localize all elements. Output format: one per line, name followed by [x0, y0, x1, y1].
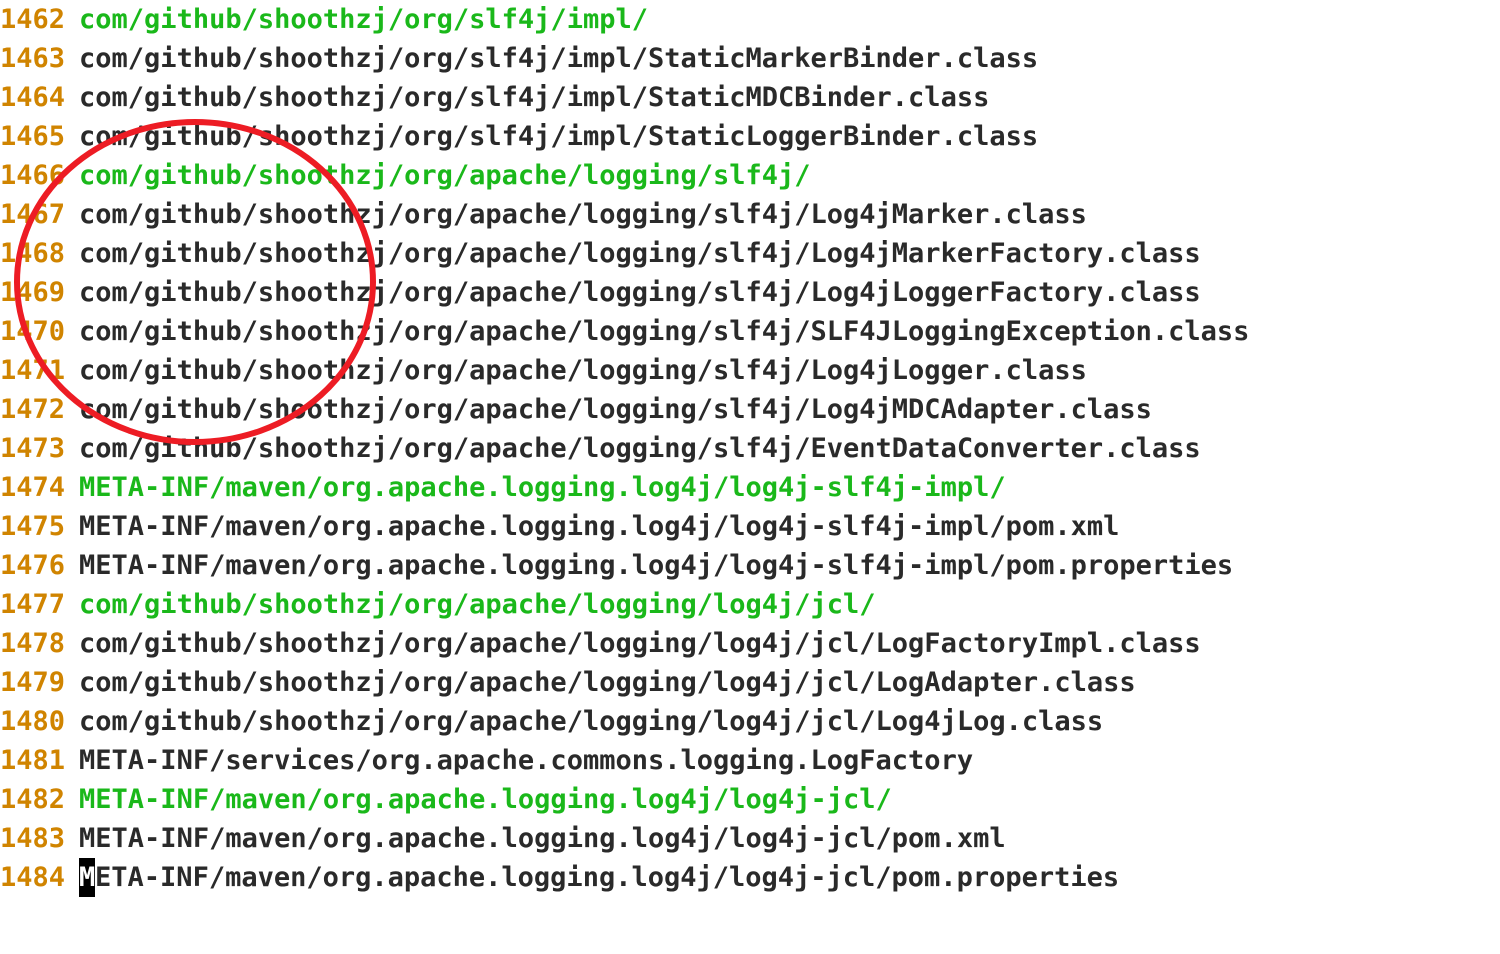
line-number: 1478: [0, 624, 79, 663]
code-line[interactable]: 1463com/github/shoothzj/org/slf4j/impl/S…: [0, 39, 1500, 78]
code-line[interactable]: 1479com/github/shoothzj/org/apache/loggi…: [0, 663, 1500, 702]
file-path: com/github/shoothzj/org/apache/logging/s…: [79, 273, 1201, 312]
file-path: META-INF/maven/org.apache.logging.log4j/…: [79, 546, 1233, 585]
code-line[interactable]: 1467com/github/shoothzj/org/apache/loggi…: [0, 195, 1500, 234]
file-path: com/github/shoothzj/org/slf4j/impl/Stati…: [79, 39, 1038, 78]
line-number: 1472: [0, 390, 79, 429]
code-listing: 1462com/github/shoothzj/org/slf4j/impl/1…: [0, 0, 1500, 897]
directory-path: META-INF/maven/org.apache.logging.log4j/…: [79, 468, 1006, 507]
code-line[interactable]: 1482META-INF/maven/org.apache.logging.lo…: [0, 780, 1500, 819]
line-number: 1482: [0, 780, 79, 819]
cursor-icon: M: [79, 858, 95, 897]
line-number: 1480: [0, 702, 79, 741]
code-line[interactable]: 1481META-INF/services/org.apache.commons…: [0, 741, 1500, 780]
line-number: 1462: [0, 0, 79, 39]
line-number: 1484: [0, 858, 79, 897]
code-line[interactable]: 1476META-INF/maven/org.apache.logging.lo…: [0, 546, 1500, 585]
code-line[interactable]: 1477com/github/shoothzj/org/apache/loggi…: [0, 585, 1500, 624]
code-line[interactable]: 1474META-INF/maven/org.apache.logging.lo…: [0, 468, 1500, 507]
line-number: 1465: [0, 117, 79, 156]
file-path: com/github/shoothzj/org/slf4j/impl/Stati…: [79, 78, 989, 117]
directory-path: com/github/shoothzj/org/slf4j/impl/: [79, 0, 648, 39]
code-line[interactable]: 1471com/github/shoothzj/org/apache/loggi…: [0, 351, 1500, 390]
file-path: META-INF/maven/org.apache.logging.log4j/…: [79, 819, 1006, 858]
line-number: 1464: [0, 78, 79, 117]
file-path: com/github/shoothzj/org/apache/logging/s…: [79, 312, 1249, 351]
line-number: 1475: [0, 507, 79, 546]
line-number: 1466: [0, 156, 79, 195]
code-line[interactable]: 1462com/github/shoothzj/org/slf4j/impl/: [0, 0, 1500, 39]
file-path: com/github/shoothzj/org/apache/logging/l…: [79, 624, 1201, 663]
line-number: 1483: [0, 819, 79, 858]
file-path: com/github/shoothzj/org/apache/logging/s…: [79, 351, 1087, 390]
file-path: com/github/shoothzj/org/apache/logging/l…: [79, 702, 1103, 741]
file-path: com/github/shoothzj/org/apache/logging/s…: [79, 195, 1087, 234]
code-line[interactable]: 1468com/github/shoothzj/org/apache/loggi…: [0, 234, 1500, 273]
code-line[interactable]: 1472com/github/shoothzj/org/apache/loggi…: [0, 390, 1500, 429]
code-line[interactable]: 1478com/github/shoothzj/org/apache/loggi…: [0, 624, 1500, 663]
file-path: com/github/shoothzj/org/apache/logging/s…: [79, 429, 1201, 468]
line-number: 1476: [0, 546, 79, 585]
line-number: 1474: [0, 468, 79, 507]
file-path: com/github/shoothzj/org/apache/logging/s…: [79, 390, 1152, 429]
code-line[interactable]: 1466com/github/shoothzj/org/apache/loggi…: [0, 156, 1500, 195]
code-line[interactable]: 1484META-INF/maven/org.apache.logging.lo…: [0, 858, 1500, 897]
line-number: 1477: [0, 585, 79, 624]
code-line[interactable]: 1469com/github/shoothzj/org/apache/loggi…: [0, 273, 1500, 312]
line-number: 1463: [0, 39, 79, 78]
line-number: 1467: [0, 195, 79, 234]
line-number: 1479: [0, 663, 79, 702]
code-line[interactable]: 1470com/github/shoothzj/org/apache/loggi…: [0, 312, 1500, 351]
code-line[interactable]: 1483META-INF/maven/org.apache.logging.lo…: [0, 819, 1500, 858]
line-number: 1473: [0, 429, 79, 468]
line-number: 1471: [0, 351, 79, 390]
directory-path: META-INF/maven/org.apache.logging.log4j/…: [79, 780, 892, 819]
line-number: 1481: [0, 741, 79, 780]
code-line[interactable]: 1464com/github/shoothzj/org/slf4j/impl/S…: [0, 78, 1500, 117]
directory-path: com/github/shoothzj/org/apache/logging/l…: [79, 585, 876, 624]
line-number: 1470: [0, 312, 79, 351]
directory-path: com/github/shoothzj/org/apache/logging/s…: [79, 156, 811, 195]
file-path: META-INF/maven/org.apache.logging.log4j/…: [79, 507, 1119, 546]
code-line[interactable]: 1473com/github/shoothzj/org/apache/loggi…: [0, 429, 1500, 468]
file-path: META-INF/maven/org.apache.logging.log4j/…: [79, 858, 1119, 897]
file-path: com/github/shoothzj/org/apache/logging/l…: [79, 663, 1136, 702]
code-line[interactable]: 1465com/github/shoothzj/org/slf4j/impl/S…: [0, 117, 1500, 156]
line-number: 1469: [0, 273, 79, 312]
file-path: com/github/shoothzj/org/apache/logging/s…: [79, 234, 1201, 273]
code-line[interactable]: 1475META-INF/maven/org.apache.logging.lo…: [0, 507, 1500, 546]
line-number: 1468: [0, 234, 79, 273]
file-path: com/github/shoothzj/org/slf4j/impl/Stati…: [79, 117, 1038, 156]
file-path: META-INF/services/org.apache.commons.log…: [79, 741, 973, 780]
code-line[interactable]: 1480com/github/shoothzj/org/apache/loggi…: [0, 702, 1500, 741]
